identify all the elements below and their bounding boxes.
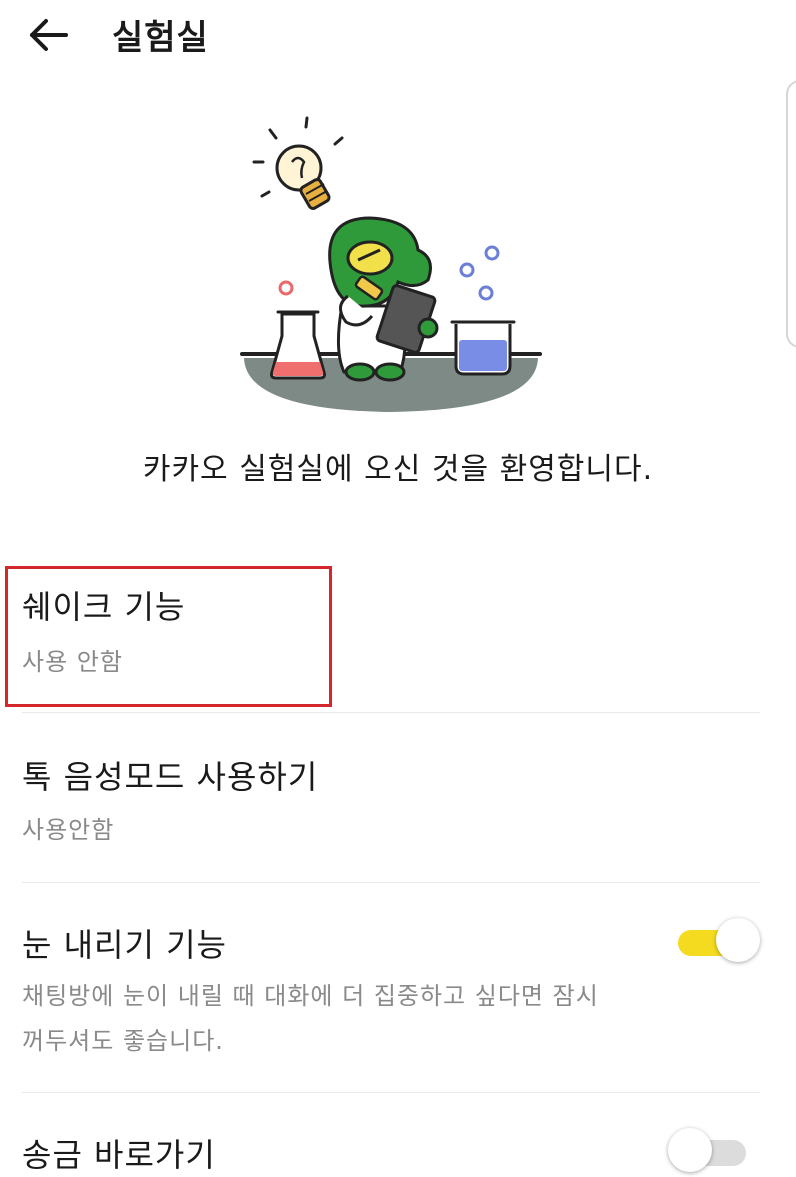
scroll-indicator: [786, 80, 796, 348]
divider: [22, 1092, 760, 1093]
setting-remittance-title: 송금 바로가기: [22, 1136, 216, 1174]
toggle-knob: [668, 1128, 712, 1172]
divider: [22, 882, 760, 883]
snow-toggle[interactable]: [678, 918, 760, 964]
page-title: 실험실: [112, 18, 209, 58]
beaker-icon: [450, 320, 516, 376]
setting-snow: 눈 내리기 기능 채팅방에 눈이 내릴 때 대화에 더 집중하고 싶다면 잠시 …: [22, 920, 760, 1070]
setting-snow-description-line-1: 채팅방에 눈이 내릴 때 대화에 더 집중하고 싶다면 잠시: [22, 982, 599, 1010]
setting-remittance-shortcut: 송금 바로가기: [22, 1130, 760, 1176]
app-header: 실험실: [0, 0, 796, 70]
welcome-message: 카카오 실험실에 오신 것을 환영합니다.: [142, 452, 654, 487]
flask-icon: [270, 310, 326, 380]
light-bulb-icon: [275, 144, 331, 210]
setting-voice-mode-title: 톡 음성모드 사용하기: [22, 758, 319, 796]
setting-snow-title: 눈 내리기 기능: [22, 926, 227, 964]
setting-snow-description: 채팅방에 눈이 내릴 때 대화에 더 집중하고 싶다면 잠시 꺼두셔도 좋습니다…: [22, 974, 672, 1064]
back-button[interactable]: [22, 10, 74, 60]
setting-voice-mode-status: 사용안함: [22, 816, 115, 844]
remittance-shortcut-toggle[interactable]: [668, 1128, 750, 1174]
setting-voice-mode[interactable]: 톡 음성모드 사용하기 사용안함: [22, 752, 760, 862]
highlight-annotation-box: [5, 566, 332, 707]
arrow-left-icon: [30, 19, 68, 51]
divider: [22, 712, 760, 713]
setting-snow-description-line-2: 꺼두셔도 좋습니다.: [22, 1027, 224, 1055]
lab-illustration: [230, 110, 550, 420]
toggle-knob: [716, 918, 760, 962]
